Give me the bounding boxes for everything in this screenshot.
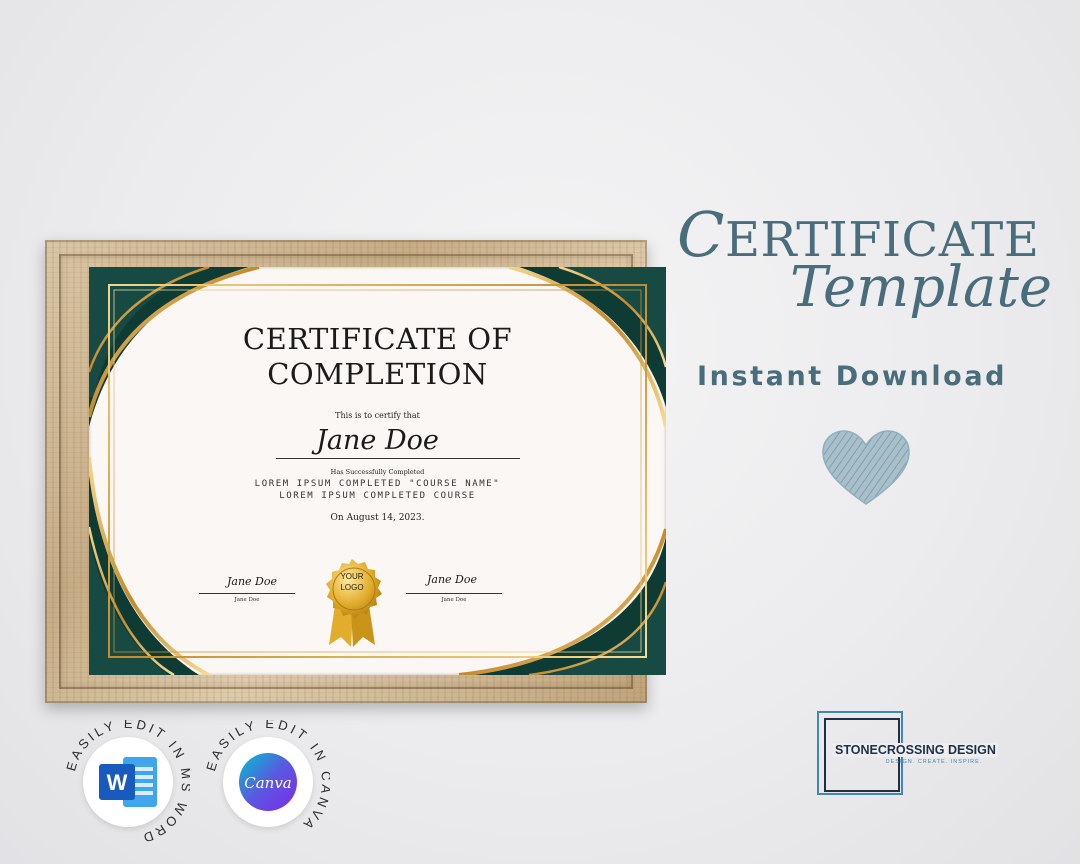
word-icon: W [99, 757, 157, 807]
heading-instant-download: Instant Download [697, 361, 1008, 392]
canva-icon: Canva [239, 753, 297, 811]
completion-date: On August 14, 2023. [330, 513, 425, 523]
gold-seal-icon [326, 559, 382, 647]
certificate-title-line2: COMPLETION [267, 357, 488, 391]
brand-tagline: DESIGN. CREATE. INSPIRE. [885, 759, 983, 765]
certificate-title-line1: CERTIFICATE OF [242, 322, 513, 356]
brand-name: STONECROSSING DESIGN [833, 743, 998, 757]
name-underline [276, 458, 520, 459]
signature-right-line [406, 593, 502, 594]
signature-right-name: Jane Doe [441, 597, 467, 603]
course-line2: LOREM IPSUM COMPLETED COURSE [279, 491, 476, 501]
seal-text-line1: YOUR [340, 572, 364, 581]
seal-text-line2: LOGO [340, 583, 364, 592]
heart-icon [822, 430, 910, 505]
svg-text:W: W [107, 770, 128, 795]
badge-word-circle: W [83, 737, 173, 827]
signature-left-script: Jane Doe [227, 575, 278, 588]
completed-text: Has Successfully Completed [330, 468, 425, 476]
badge-canva-circle: Canva [223, 737, 313, 827]
badge-canva: EASILY EDIT IN CANVA Canva [206, 720, 330, 844]
signature-left-name: Jane Doe [234, 597, 260, 603]
course-line1: LOREM IPSUM COMPLETED "COURSE NAME" [254, 479, 501, 489]
canva-logo-text: Canva [244, 774, 292, 792]
certify-text: This is to certify that [335, 411, 420, 420]
heading-template: Template [790, 255, 1053, 320]
certificate: CERTIFICATE OF COMPLETION This is to cer… [89, 267, 666, 675]
signature-right-script: Jane Doe [427, 573, 478, 586]
recipient-name: Jane Doe [316, 425, 439, 456]
signature-left-line [199, 593, 295, 594]
badge-ms-word: EASILY EDIT IN MS WORD W [66, 720, 190, 844]
picture-frame: CERTIFICATE OF COMPLETION This is to cer… [45, 240, 666, 703]
heading-first-letter: C [677, 198, 725, 271]
brand-logo: STONECROSSING DESIGN DESIGN. CREATE. INS… [817, 711, 1017, 799]
